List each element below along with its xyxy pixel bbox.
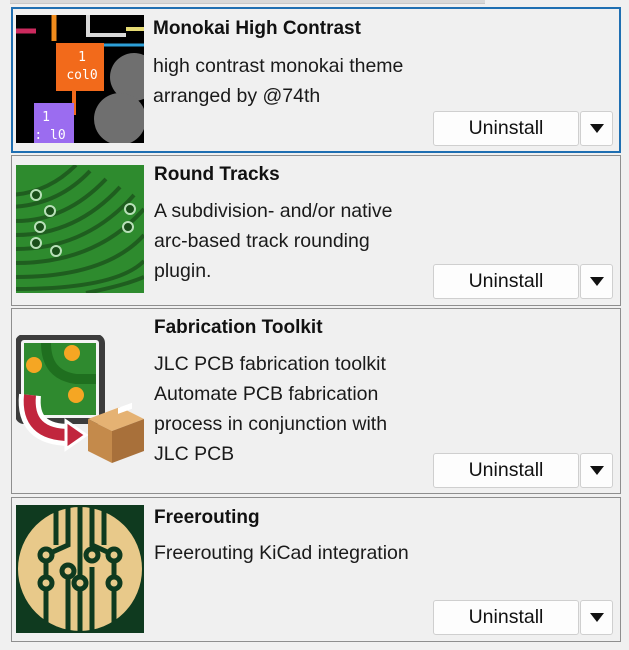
chevron-down-icon bbox=[589, 277, 604, 286]
plugin-title: Freerouting bbox=[154, 507, 260, 528]
uninstall-button[interactable]: Uninstall bbox=[433, 264, 579, 299]
uninstall-button[interactable]: Uninstall bbox=[433, 453, 579, 488]
description-line: high contrast monokai theme bbox=[153, 55, 404, 77]
chevron-down-icon bbox=[589, 466, 604, 475]
plugin-title: Round Tracks bbox=[154, 164, 280, 185]
icon-pad-name-2: : l0 bbox=[34, 128, 65, 143]
chevron-down-icon bbox=[589, 613, 604, 622]
plugin-title: Fabrication Toolkit bbox=[154, 317, 323, 338]
description-line: JLC PCB fabrication toolkit bbox=[154, 353, 386, 375]
plugin-card-freerouting[interactable]: Freerouting Freerouting KiCad integratio… bbox=[11, 497, 621, 642]
plugin-description: Freerouting KiCad integration bbox=[154, 538, 444, 568]
description-line: JLC PCB bbox=[154, 443, 235, 465]
scroll-area-top-edge bbox=[10, 0, 485, 4]
chevron-down-icon bbox=[589, 124, 604, 133]
actions-dropdown-button[interactable] bbox=[580, 600, 613, 635]
icon-pad-number: 1 bbox=[78, 50, 86, 65]
description-line: arc-based track rounding bbox=[154, 230, 370, 252]
plugin-description: JLC PCB fabrication toolkit Automate PCB… bbox=[154, 349, 444, 469]
freerouting-icon bbox=[16, 505, 144, 633]
uninstall-button[interactable]: Uninstall bbox=[433, 600, 579, 635]
icon-pad-name: col0 bbox=[66, 68, 97, 83]
plugin-card-round-tracks[interactable]: Round Tracks A subdivision- and/or nativ… bbox=[11, 155, 621, 306]
description-line: plugin. bbox=[154, 260, 212, 282]
fabrication-toolkit-icon bbox=[16, 335, 144, 463]
description-line: A subdivision- and/or native bbox=[154, 200, 393, 222]
icon-pad-number-2: 1 bbox=[42, 110, 50, 125]
description-line: arranged by @74th bbox=[153, 85, 321, 107]
uninstall-button[interactable]: Uninstall bbox=[433, 111, 579, 146]
actions-dropdown-button[interactable] bbox=[580, 111, 613, 146]
monokai-theme-icon: 1 col0 1 : l0 bbox=[16, 15, 144, 143]
description-line: process in conjunction with bbox=[154, 413, 388, 435]
round-tracks-icon bbox=[16, 165, 144, 293]
description-line: Automate PCB fabrication bbox=[154, 383, 379, 405]
plugin-description: A subdivision- and/or native arc-based t… bbox=[154, 196, 444, 286]
plugin-card-monokai[interactable]: 1 col0 1 : l0 Monokai High Contrast high… bbox=[11, 7, 621, 153]
actions-dropdown-button[interactable] bbox=[580, 264, 613, 299]
actions-dropdown-button[interactable] bbox=[580, 453, 613, 488]
plugin-description: high contrast monokai theme arranged by … bbox=[153, 51, 443, 111]
plugin-title: Monokai High Contrast bbox=[153, 18, 361, 39]
plugin-card-fabrication-toolkit[interactable]: Fabrication Toolkit JLC PCB fabrication … bbox=[11, 308, 621, 494]
description-line: Freerouting KiCad integration bbox=[154, 542, 409, 564]
